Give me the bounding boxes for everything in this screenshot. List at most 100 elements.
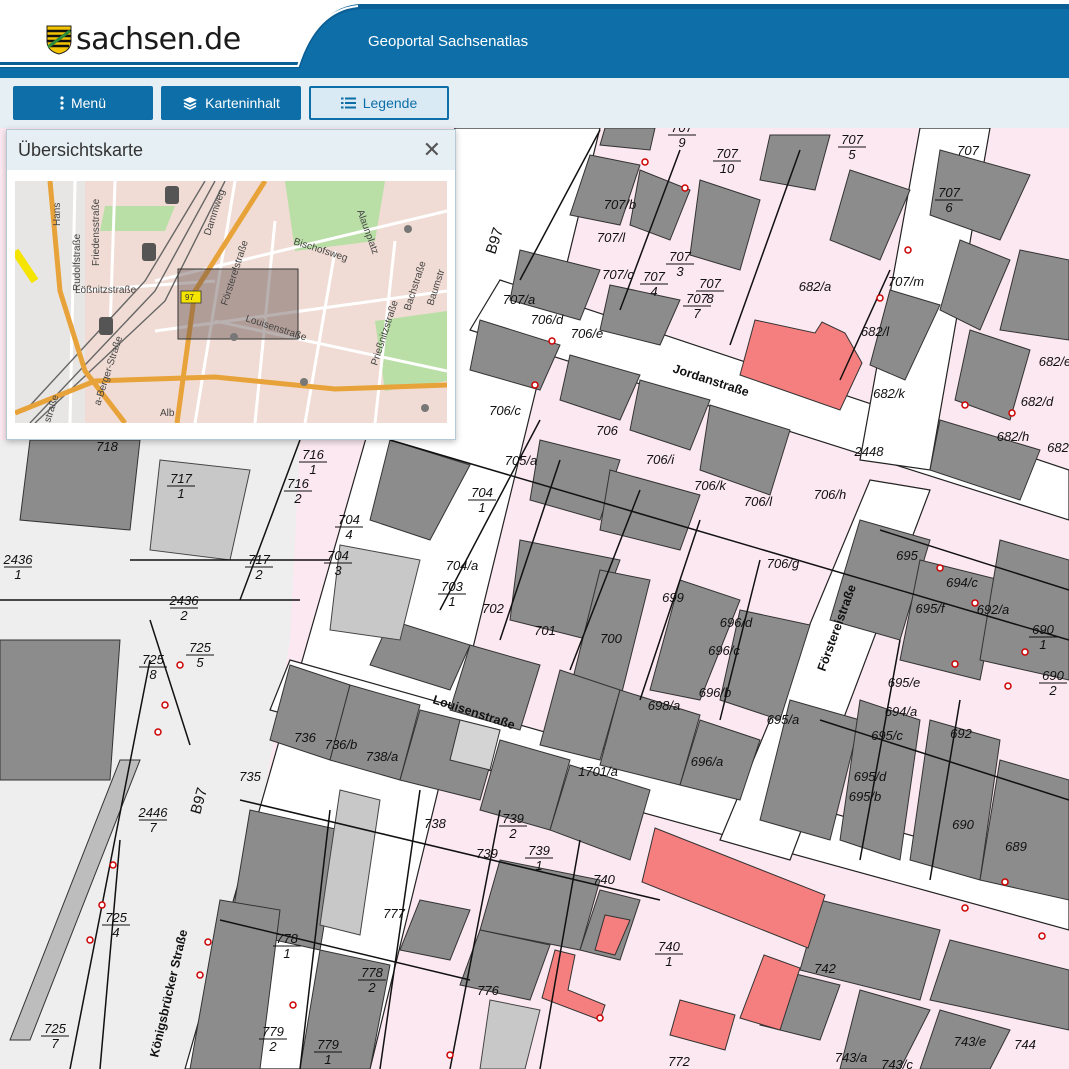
svg-text:743/c: 743/c bbox=[881, 1057, 913, 1069]
svg-text:717: 717 bbox=[170, 471, 192, 486]
parcel-label: 701 bbox=[534, 623, 556, 638]
svg-text:690: 690 bbox=[952, 817, 974, 832]
svg-text:736: 736 bbox=[294, 730, 316, 745]
svg-text:695/d: 695/d bbox=[854, 769, 887, 784]
svg-text:696/a: 696/a bbox=[691, 754, 724, 769]
svg-text:2: 2 bbox=[268, 1039, 277, 1054]
parcel-label: 699 bbox=[662, 590, 684, 605]
overview-map-canvas: 97 Hans Rudolfstraße Friedensstraße Damm… bbox=[15, 181, 447, 423]
parcel-label: 692/a bbox=[977, 602, 1010, 617]
map-content-button[interactable]: Karteninhalt bbox=[161, 86, 301, 120]
menu-button[interactable]: Menü bbox=[13, 86, 153, 120]
parcel-label: 777 bbox=[383, 906, 405, 921]
parcel-label: 738 bbox=[424, 816, 446, 831]
svg-text:716: 716 bbox=[287, 476, 309, 491]
parcel-label: 698/a bbox=[648, 698, 681, 713]
svg-text:707: 707 bbox=[643, 269, 665, 284]
parcel-label: 695/f bbox=[916, 601, 946, 616]
svg-text:682/k: 682/k bbox=[873, 386, 906, 401]
svg-text:682: 682 bbox=[1047, 440, 1069, 455]
parcel-label: 690 bbox=[952, 817, 974, 832]
svg-text:744: 744 bbox=[1014, 1037, 1036, 1052]
svg-text:779: 779 bbox=[262, 1024, 284, 1039]
svg-text:696/b: 696/b bbox=[699, 685, 732, 700]
parcel-label: 743/e bbox=[954, 1034, 987, 1049]
overview-map[interactable]: 97 Hans Rudolfstraße Friedensstraße Damm… bbox=[15, 181, 447, 423]
parcel-label: 706/l bbox=[744, 494, 773, 509]
svg-text:776: 776 bbox=[477, 983, 499, 998]
svg-text:2446: 2446 bbox=[138, 805, 169, 820]
svg-text:2: 2 bbox=[254, 567, 263, 582]
parcel-label: 706/h bbox=[814, 487, 847, 502]
parcel-label: 706 bbox=[596, 423, 618, 438]
parcel-label: 695/c bbox=[871, 728, 903, 743]
svg-text:2: 2 bbox=[1048, 683, 1057, 698]
svg-text:4: 4 bbox=[345, 527, 352, 542]
svg-text:682/l: 682/l bbox=[861, 324, 890, 339]
svg-text:692: 692 bbox=[950, 726, 972, 741]
svg-text:695: 695 bbox=[896, 548, 918, 563]
parcel-label: 738/a bbox=[366, 749, 399, 764]
svg-text:1: 1 bbox=[14, 567, 21, 582]
svg-text:7: 7 bbox=[149, 820, 157, 835]
svg-text:740: 740 bbox=[593, 872, 615, 887]
svg-text:700: 700 bbox=[600, 631, 622, 646]
svg-text:695/a: 695/a bbox=[767, 712, 800, 727]
svg-text:705/a: 705/a bbox=[505, 453, 538, 468]
map-content-button-label: Karteninhalt bbox=[205, 95, 280, 111]
svg-text:772: 772 bbox=[668, 1054, 690, 1069]
site-header: sachsen.de Geoportal Sachsenatlas bbox=[0, 0, 1069, 78]
svg-text:739: 739 bbox=[476, 846, 498, 861]
parcel-label: 706/k bbox=[694, 478, 727, 493]
svg-text:696/d: 696/d bbox=[720, 615, 753, 630]
svg-text:739: 739 bbox=[528, 843, 550, 858]
svg-text:778: 778 bbox=[276, 931, 298, 946]
parcel-label: 695/b bbox=[849, 789, 882, 804]
svg-text:6: 6 bbox=[945, 200, 953, 215]
svg-text:707/c: 707/c bbox=[602, 267, 634, 282]
svg-text:682/e: 682/e bbox=[1039, 354, 1069, 369]
menu-button-label: Menü bbox=[70, 95, 107, 111]
svg-text:740: 740 bbox=[658, 939, 680, 954]
svg-text:5: 5 bbox=[848, 147, 856, 162]
svg-text:690: 690 bbox=[1032, 622, 1054, 637]
svg-text:706/l: 706/l bbox=[744, 494, 773, 509]
svg-text:707: 707 bbox=[957, 143, 979, 158]
svg-text:698/a: 698/a bbox=[648, 698, 681, 713]
svg-text:1701/a: 1701/a bbox=[578, 764, 618, 779]
legend-button[interactable]: Legende bbox=[309, 86, 449, 120]
parcel-label: 689 bbox=[1005, 839, 1027, 854]
parcel-label: 696/b bbox=[699, 685, 732, 700]
parcel-label: 696/c bbox=[708, 643, 740, 658]
parcel-label: 682/d bbox=[1021, 394, 1054, 409]
parcel-label: 682/h bbox=[997, 429, 1030, 444]
svg-text:717: 717 bbox=[248, 552, 270, 567]
svg-text:778: 778 bbox=[361, 965, 383, 980]
parcel-label: 682/l bbox=[861, 324, 890, 339]
svg-text:2448: 2448 bbox=[854, 444, 885, 459]
parcel-label: 694/a bbox=[885, 704, 918, 719]
overview-street-rudolf: Rudolfstraße bbox=[72, 233, 83, 291]
svg-text:682/h: 682/h bbox=[997, 429, 1030, 444]
svg-text:8: 8 bbox=[149, 667, 157, 682]
svg-text:1: 1 bbox=[177, 486, 184, 501]
parcel-label: 740 bbox=[593, 872, 615, 887]
svg-text:707: 707 bbox=[938, 185, 960, 200]
svg-text:725: 725 bbox=[44, 1021, 66, 1036]
svg-text:707: 707 bbox=[686, 291, 708, 306]
close-icon[interactable]: ✕ bbox=[423, 139, 441, 161]
svg-text:1: 1 bbox=[665, 954, 672, 969]
parcel-label: 707 bbox=[957, 143, 979, 158]
svg-text:1: 1 bbox=[478, 500, 485, 515]
svg-text:743/a: 743/a bbox=[835, 1050, 868, 1065]
svg-text:1: 1 bbox=[309, 462, 316, 477]
svg-text:704/a: 704/a bbox=[446, 558, 479, 573]
parcel-label: 736/b bbox=[325, 737, 358, 752]
overview-street-friedens: Friedensstraße bbox=[91, 198, 102, 266]
svg-text:707: 707 bbox=[671, 128, 693, 135]
svg-text:695/b: 695/b bbox=[849, 789, 882, 804]
svg-text:743/e: 743/e bbox=[954, 1034, 987, 1049]
sachsen-logo[interactable]: sachsen.de bbox=[46, 22, 241, 57]
svg-text:716: 716 bbox=[302, 447, 324, 462]
portal-title: Geoportal Sachsenatlas bbox=[368, 33, 529, 50]
